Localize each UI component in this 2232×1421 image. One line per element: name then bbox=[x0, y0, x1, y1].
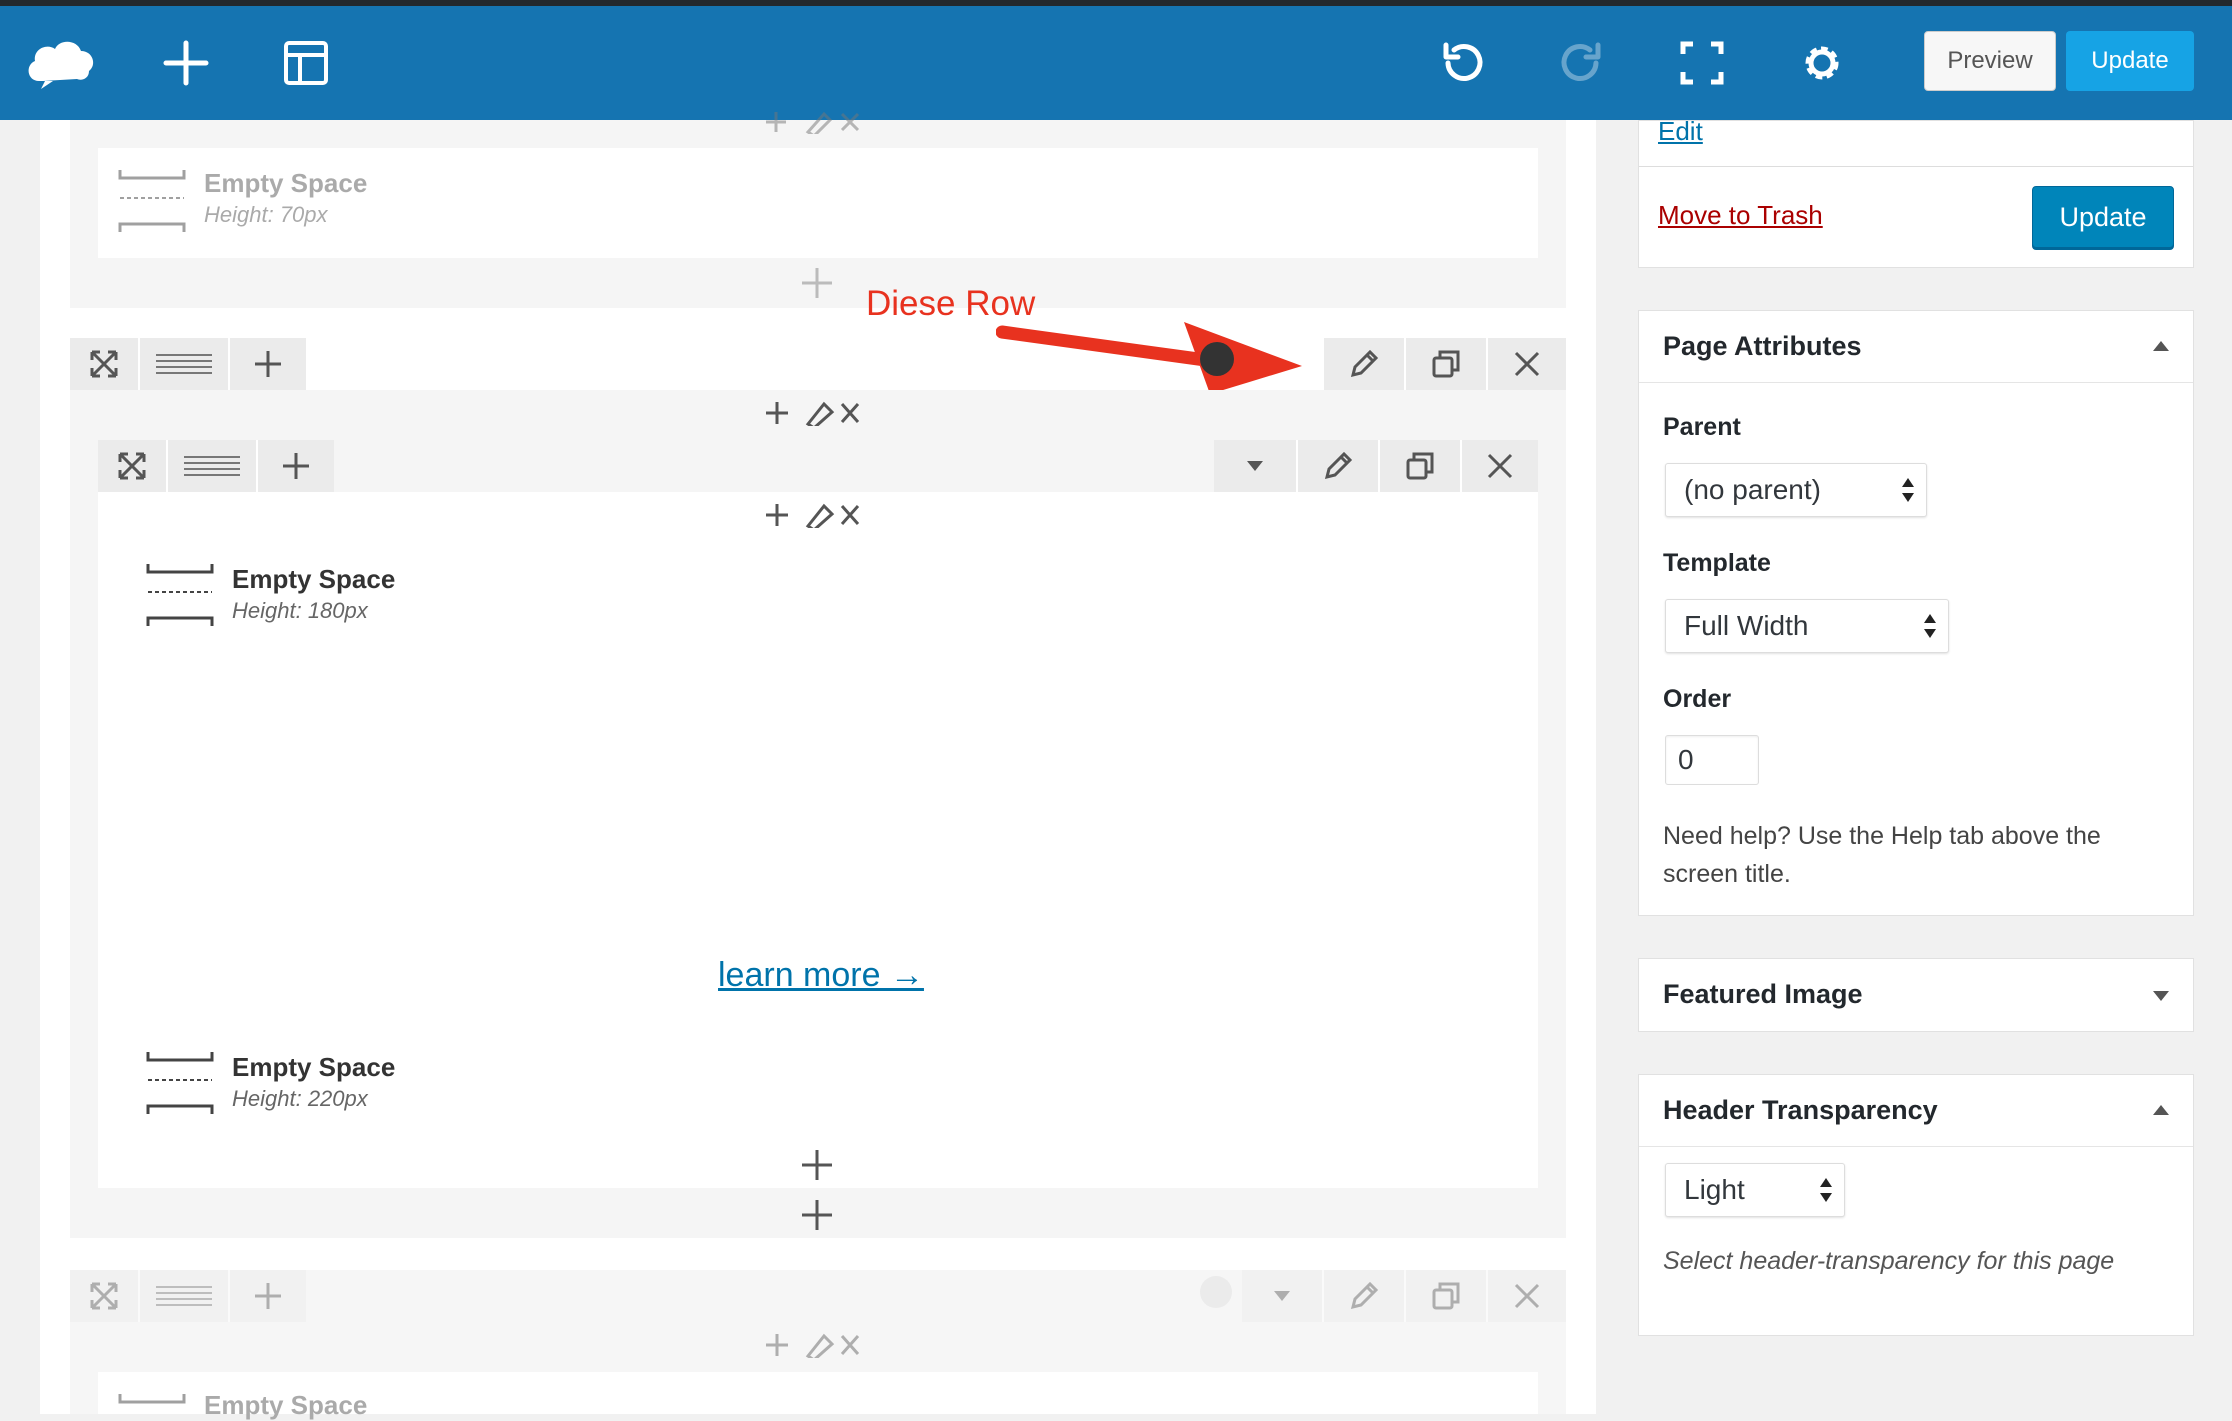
header-transparency-panel: Header Transparency Light Select header-… bbox=[1638, 1074, 2194, 1336]
transparency-value: Light bbox=[1684, 1174, 1745, 1205]
inner-row-edit-icon[interactable] bbox=[1296, 440, 1378, 492]
divider bbox=[1639, 166, 2193, 167]
row-expand-icon[interactable] bbox=[70, 338, 138, 390]
inner-row-clone-icon[interactable] bbox=[1378, 440, 1460, 492]
select-arrows-icon bbox=[1924, 614, 1936, 638]
inner-row-expand-icon[interactable] bbox=[98, 440, 166, 492]
divider bbox=[1639, 382, 2193, 383]
empty-space-icon bbox=[146, 562, 214, 633]
row-edit-icon[interactable] bbox=[1322, 338, 1404, 390]
row-3-column-controls[interactable] bbox=[762, 1332, 862, 1358]
row-3-clone-icon[interactable] bbox=[1404, 1270, 1486, 1322]
inner-column[interactable] bbox=[98, 492, 1538, 1188]
preview-button[interactable]: Preview bbox=[1924, 31, 2056, 91]
page-attributes-title: Page Attributes bbox=[1663, 331, 1862, 361]
element-subtitle: Height: 220px bbox=[232, 1086, 368, 1111]
row-3-dropdown-icon[interactable] bbox=[1242, 1270, 1322, 1322]
element-title: Empty Space bbox=[232, 1052, 396, 1082]
select-arrows-icon bbox=[1902, 478, 1914, 502]
row-3-add-icon[interactable] bbox=[228, 1270, 306, 1322]
learn-more-link[interactable]: learn more → bbox=[718, 956, 924, 995]
redo-icon[interactable] bbox=[1556, 6, 1608, 120]
inner-row-dropdown-icon[interactable] bbox=[1214, 440, 1296, 492]
fullscreen-icon[interactable] bbox=[1676, 6, 1728, 120]
publish-update-button[interactable]: Update bbox=[2032, 186, 2174, 248]
row-3-drag-icon[interactable] bbox=[138, 1270, 228, 1322]
row-2-column-controls[interactable] bbox=[762, 400, 862, 426]
featured-image-title: Featured Image bbox=[1663, 979, 1863, 1009]
header-transparency-title: Header Transparency bbox=[1663, 1095, 1938, 1125]
empty-space-icon bbox=[118, 1392, 186, 1419]
element-title: Empty Space bbox=[204, 1390, 368, 1420]
row-3-expand-icon[interactable] bbox=[70, 1270, 138, 1322]
row-add-column-icon[interactable] bbox=[228, 338, 306, 390]
cloud-logo-icon[interactable] bbox=[20, 6, 102, 120]
row-drag-icon[interactable] bbox=[138, 338, 228, 390]
help-text: Need help? Use the Help tab above the sc… bbox=[1663, 822, 2101, 888]
row-3-delete-icon[interactable] bbox=[1486, 1270, 1566, 1322]
collapse-arrow-icon[interactable] bbox=[2153, 1105, 2169, 1115]
undo-icon[interactable] bbox=[1436, 6, 1488, 120]
empty-space-icon bbox=[118, 168, 186, 239]
row-delete-icon[interactable] bbox=[1486, 338, 1566, 390]
edit-link[interactable]: Edit bbox=[1658, 116, 1703, 147]
template-label: Template bbox=[1663, 549, 1771, 577]
order-input[interactable]: 0 bbox=[1665, 735, 1759, 785]
parent-label: Parent bbox=[1663, 413, 1741, 441]
element-subtitle: Height: 70px bbox=[204, 202, 328, 227]
row-1-column-controls[interactable] bbox=[762, 110, 862, 134]
update-button[interactable]: Update bbox=[2066, 31, 2194, 91]
order-value: 0 bbox=[1678, 744, 1694, 775]
template-select[interactable]: Full Width bbox=[1665, 599, 1949, 653]
element-title: Empty Space bbox=[204, 168, 368, 198]
row-3-edit-icon[interactable] bbox=[1322, 1270, 1404, 1322]
page-attributes-panel: Page Attributes Parent (no parent) Templ… bbox=[1638, 310, 2194, 916]
parent-select[interactable]: (no parent) bbox=[1665, 463, 1927, 517]
move-to-trash-link[interactable]: Move to Trash bbox=[1658, 200, 1823, 231]
inner-row-add-icon[interactable] bbox=[256, 440, 334, 492]
parent-value: (no parent) bbox=[1684, 474, 1821, 505]
transparency-help-text: Select header-transparency for this page bbox=[1663, 1247, 2115, 1275]
featured-image-panel: Featured Image bbox=[1638, 958, 2194, 1032]
row-3-color-indicator[interactable] bbox=[1200, 1276, 1232, 1308]
row-color-indicator[interactable] bbox=[1200, 342, 1234, 376]
empty-space-icon bbox=[146, 1050, 214, 1121]
divider bbox=[1639, 1146, 2193, 1147]
order-label: Order bbox=[1663, 685, 1732, 713]
expand-arrow-icon[interactable] bbox=[2153, 991, 2169, 1001]
builder-toolbar bbox=[0, 6, 2232, 120]
inner-column-controls[interactable] bbox=[762, 502, 862, 528]
plus-icon[interactable] bbox=[158, 6, 214, 120]
template-value: Full Width bbox=[1684, 610, 1809, 641]
add-element-plus-icon[interactable] bbox=[800, 266, 834, 305]
row-clone-icon[interactable] bbox=[1404, 338, 1486, 390]
element-title: Empty Space bbox=[232, 564, 396, 594]
inner-row-drag-icon[interactable] bbox=[166, 440, 256, 492]
transparency-select[interactable]: Light bbox=[1665, 1163, 1845, 1217]
element-subtitle: Height: 180px bbox=[232, 598, 368, 623]
collapse-arrow-icon[interactable] bbox=[2153, 341, 2169, 351]
gear-icon[interactable] bbox=[1798, 6, 1846, 120]
inner-row-delete-icon[interactable] bbox=[1460, 440, 1538, 492]
add-element-plus-icon[interactable] bbox=[800, 1148, 834, 1187]
add-column-plus-icon[interactable] bbox=[800, 1198, 834, 1237]
layout-icon[interactable] bbox=[280, 6, 332, 120]
select-arrows-icon bbox=[1820, 1178, 1832, 1202]
